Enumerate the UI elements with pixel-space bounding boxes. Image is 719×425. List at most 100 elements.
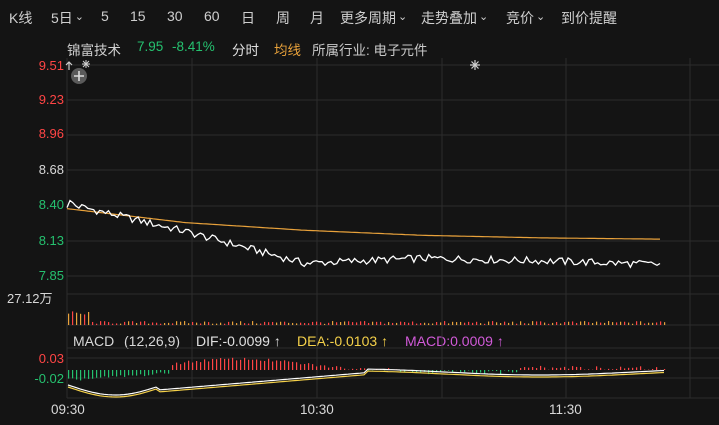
- volume-bar: [584, 321, 586, 325]
- macd-bar: [572, 366, 574, 370]
- volume-bar: [268, 322, 270, 325]
- volume-bar: [572, 321, 574, 325]
- macd-bar: [272, 361, 274, 370]
- volume-bar: [404, 322, 406, 325]
- macd-bar: [172, 365, 174, 370]
- macd-bar: [276, 360, 278, 370]
- volume-bar: [600, 322, 602, 325]
- volume-bar: [248, 323, 250, 325]
- volume-bar: [336, 322, 338, 325]
- volume-bars: [68, 311, 666, 325]
- macd-bar: [472, 370, 474, 373]
- volume-bar: [640, 321, 642, 325]
- macd-bar: [444, 370, 446, 371]
- volume-bar: [664, 322, 666, 325]
- macd-bar: [448, 370, 450, 371]
- volume-bar: [148, 323, 150, 325]
- volume-bar: [396, 322, 398, 325]
- volume-bar: [440, 322, 442, 325]
- volume-bar: [436, 321, 438, 325]
- volume-bar: [100, 321, 102, 325]
- macd-bar: [248, 359, 250, 370]
- volume-bar: [144, 321, 146, 325]
- macd-bar: [100, 370, 102, 378]
- macd-bar: [496, 370, 498, 372]
- macd-bar: [96, 370, 98, 378]
- macd-bar: [136, 370, 138, 376]
- macd-bar: [280, 361, 282, 370]
- volume-bar: [504, 321, 506, 325]
- volume-bar: [184, 321, 186, 325]
- volume-bar: [304, 323, 306, 325]
- macd-bar: [68, 370, 70, 379]
- macd-bar: [244, 357, 246, 370]
- macd-bar: [292, 361, 294, 370]
- price-line: [66, 199, 661, 269]
- macd-bar: [232, 357, 234, 370]
- volume-bar: [168, 322, 170, 325]
- volume-bar: [556, 321, 558, 325]
- macd-bar: [320, 365, 322, 370]
- volume-bar: [176, 321, 178, 325]
- volume-bar: [296, 323, 298, 325]
- volume-bar: [348, 321, 350, 325]
- volume-bar: [528, 323, 530, 325]
- volume-bar: [244, 323, 246, 325]
- volume-bar: [472, 322, 474, 325]
- macd-bar: [632, 367, 634, 370]
- volume-bar: [500, 323, 502, 325]
- macd-bar: [108, 370, 110, 378]
- volume-bar: [284, 321, 286, 325]
- volume-bar: [428, 323, 430, 325]
- macd-bar: [160, 370, 162, 373]
- volume-bar: [212, 323, 214, 325]
- volume-bar: [448, 323, 450, 325]
- volume-bar: [540, 321, 542, 325]
- macd-bar: [124, 370, 126, 377]
- volume-bar: [96, 323, 98, 325]
- volume-bar: [532, 321, 534, 325]
- volume-bar: [624, 321, 626, 325]
- volume-bar: [456, 322, 458, 325]
- volume-bar: [312, 321, 314, 325]
- macd-bar: [524, 367, 526, 370]
- volume-bar: [484, 323, 486, 325]
- macd-bar: [636, 367, 638, 370]
- macd-bar: [184, 362, 186, 370]
- volume-bar: [544, 322, 546, 325]
- volume-bar: [552, 322, 554, 325]
- volume-bar: [508, 322, 510, 325]
- volume-bar: [204, 321, 206, 325]
- volume-bar: [380, 321, 382, 325]
- macd-bar: [132, 370, 134, 376]
- macd-bar: [656, 367, 658, 370]
- volume-bar: [568, 321, 570, 325]
- macd-bar: [308, 363, 310, 370]
- macd-bar: [144, 370, 146, 377]
- macd-bar: [296, 362, 298, 370]
- volume-bar: [272, 321, 274, 325]
- volume-bar: [332, 321, 334, 325]
- volume-bar: [256, 323, 258, 325]
- zoom-button[interactable]: [71, 68, 87, 84]
- macd-bar: [492, 370, 494, 371]
- volume-bar: [592, 323, 594, 325]
- macd-bar: [252, 359, 254, 370]
- volume-bar: [324, 323, 326, 325]
- macd-bar: [332, 367, 334, 370]
- macd-bar: [580, 366, 582, 370]
- macd-bar: [640, 366, 642, 370]
- macd-bar: [312, 364, 314, 370]
- volume-bar: [604, 322, 606, 325]
- volume-bar: [260, 323, 262, 325]
- macd-bar: [216, 359, 218, 370]
- volume-bar: [372, 321, 374, 325]
- volume-bar: [368, 322, 370, 325]
- macd-bar: [336, 366, 338, 370]
- macd-bar: [536, 368, 538, 370]
- macd-bar: [188, 360, 190, 370]
- volume-bar: [276, 322, 278, 325]
- macd-bar: [236, 360, 238, 370]
- volume-bar: [240, 321, 242, 325]
- volume-bar: [72, 311, 74, 325]
